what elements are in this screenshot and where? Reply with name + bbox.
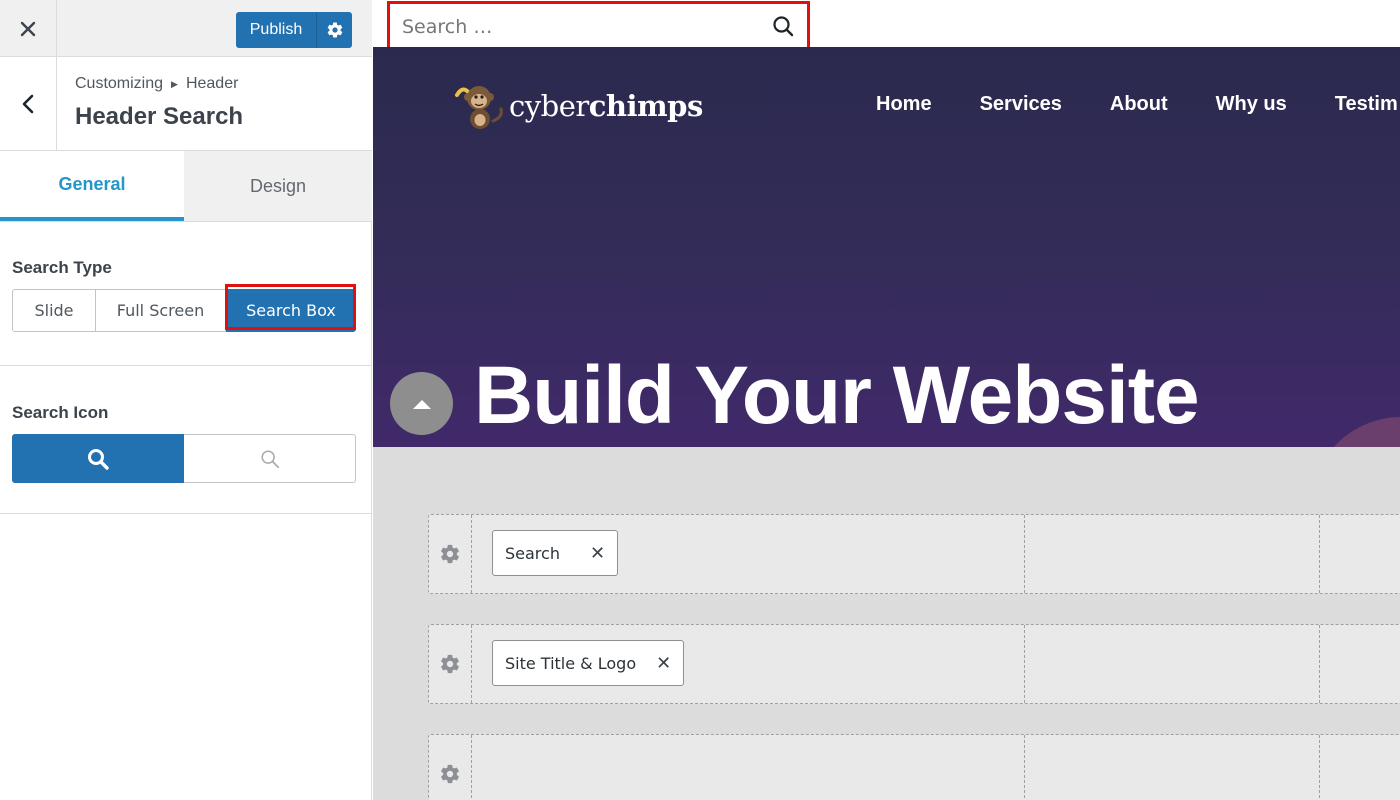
publish-settings-button[interactable]	[316, 12, 352, 48]
decorative-shape	[1311, 417, 1400, 447]
scroll-to-top-button[interactable]	[390, 372, 453, 435]
header-builder: Search ✕ Site Title & Logo ✕	[373, 447, 1400, 800]
breadcrumb-parent: Customizing	[75, 75, 164, 92]
row-settings-button[interactable]	[429, 515, 472, 593]
primary-nav: Home Services About Why us Testim	[876, 93, 1400, 116]
row-settings-button[interactable]	[429, 735, 472, 800]
logo-text: cyberchimps	[509, 89, 703, 123]
section-header: Customizing ▶ Header Header Search	[0, 57, 372, 151]
search-submit-button[interactable]	[769, 12, 797, 40]
close-customizer-button[interactable]	[0, 0, 57, 57]
search-icon-option-thin[interactable]	[184, 434, 356, 483]
logo-text-bold: chimps	[588, 89, 704, 123]
search-icon-option-bold[interactable]	[12, 434, 184, 483]
builder-item-search[interactable]: Search ✕	[492, 530, 619, 576]
search-type-slide-button[interactable]: Slide	[12, 289, 96, 332]
builder-item-site-title-logo[interactable]: Site Title & Logo ✕	[492, 640, 685, 686]
builder-row-top[interactable]: Search ✕	[428, 514, 1400, 594]
panel-tabs: General Design	[0, 151, 372, 222]
monkey-logo-icon	[455, 86, 503, 129]
search-type-label: Search Type	[12, 258, 112, 277]
gear-icon	[327, 22, 342, 38]
close-icon	[20, 21, 36, 36]
divider	[0, 365, 372, 366]
search-type-full-screen-button[interactable]: Full Screen	[96, 289, 226, 332]
search-icon	[773, 16, 794, 37]
divider	[0, 513, 372, 514]
builder-row-bottom[interactable]	[428, 734, 1400, 800]
breadcrumb-current: Header	[185, 75, 239, 92]
builder-row-main[interactable]: Site Title & Logo ✕	[428, 624, 1400, 704]
site-logo[interactable]: cyberchimps	[453, 81, 703, 131]
caret-up-icon	[412, 399, 431, 409]
builder-item-label: Site Title & Logo	[505, 653, 637, 673]
row-settings-button[interactable]	[429, 625, 472, 703]
builder-item-label: Search	[505, 543, 560, 563]
site-preview: cyberchimps Home Services About Why us T…	[373, 0, 1400, 800]
remove-item-icon[interactable]: ✕	[590, 543, 605, 564]
hero-section: cyberchimps Home Services About Why us T…	[373, 47, 1400, 447]
column-divider	[1319, 515, 1320, 593]
nav-item-services[interactable]: Services	[980, 93, 1062, 116]
search-type-search-box-button[interactable]: Search Box	[226, 289, 356, 332]
search-thin-icon	[260, 449, 279, 468]
customizer-panel: Publish Customizing ▶ Header Header Sear…	[0, 0, 372, 800]
column-divider	[1319, 625, 1320, 703]
search-bold-icon	[88, 448, 109, 470]
breadcrumb: Customizing ▶ Header	[75, 75, 238, 93]
publish-label: Publish	[249, 21, 303, 38]
publish-button[interactable]: Publish	[236, 12, 352, 48]
chevron-left-icon	[22, 94, 34, 113]
back-button[interactable]	[0, 57, 57, 150]
gear-icon	[441, 764, 459, 784]
column-divider	[1319, 735, 1320, 800]
tab-general[interactable]: General	[0, 151, 184, 221]
gear-icon	[441, 544, 459, 564]
column-divider	[1024, 625, 1025, 703]
section-title: Header Search	[75, 103, 244, 130]
tab-design[interactable]: Design	[184, 151, 372, 221]
column-divider	[1024, 515, 1025, 593]
nav-item-testimonials[interactable]: Testim	[1335, 93, 1398, 116]
search-input[interactable]	[400, 8, 760, 46]
customizer-topbar: Publish	[0, 0, 372, 57]
nav-item-why-us[interactable]: Why us	[1216, 93, 1287, 116]
search-type-selector: Slide Full Screen Search Box	[12, 289, 356, 332]
breadcrumb-separator-icon: ▶	[171, 78, 178, 89]
search-icon-label: Search Icon	[12, 403, 109, 422]
search-icon-selector	[12, 434, 356, 483]
nav-item-about[interactable]: About	[1110, 93, 1168, 116]
remove-item-icon[interactable]: ✕	[656, 653, 671, 674]
hero-title: Build Your Website	[474, 350, 1200, 441]
logo-text-light: cyber	[509, 89, 589, 123]
nav-item-home[interactable]: Home	[876, 93, 932, 116]
gear-icon	[441, 654, 459, 674]
column-divider	[1024, 735, 1025, 800]
